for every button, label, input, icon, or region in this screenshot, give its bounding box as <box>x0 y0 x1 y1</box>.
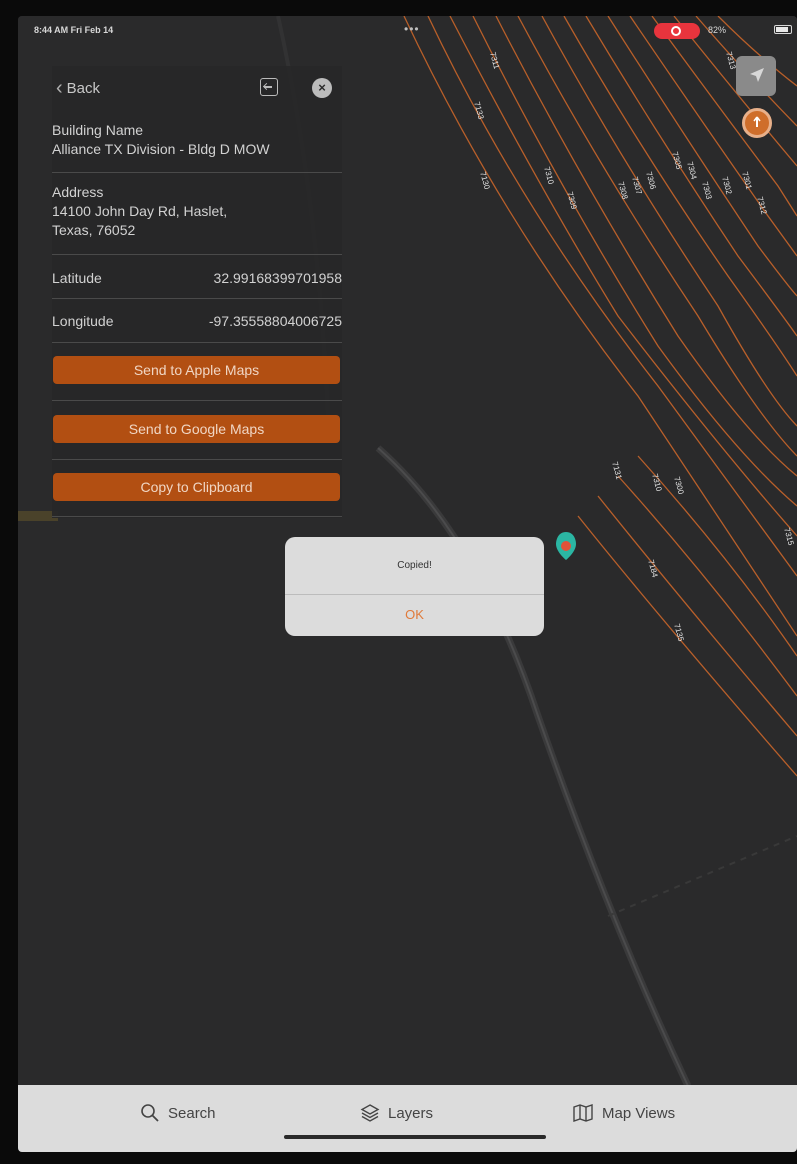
compass-icon <box>753 116 761 127</box>
parcel-label: 7300 <box>672 475 686 496</box>
locate-me-button[interactable] <box>736 56 776 96</box>
parcel-label: 7304 <box>685 160 699 181</box>
divider <box>52 516 342 517</box>
tab-layers-label: Layers <box>388 1104 434 1122</box>
longitude-row: Longitude -97.35558804006725 <box>52 313 342 333</box>
latitude-row: Latitude 32.99168399701958 <box>52 270 342 290</box>
back-button[interactable]: ‹ Back <box>56 78 100 98</box>
building-name-value: Alliance TX Division - Bldg D MOW <box>52 141 270 157</box>
divider <box>52 400 342 401</box>
divider <box>52 459 342 460</box>
tab-search-label: Search <box>168 1104 216 1122</box>
export-icon[interactable] <box>260 78 278 96</box>
parcel-label: 7307 <box>630 175 644 196</box>
copied-alert: Copied! OK <box>285 537 544 636</box>
chevron-left-icon: ‹ <box>56 77 63 99</box>
multitasking-dots[interactable]: ••• <box>404 22 420 36</box>
parcel-label: 7310 <box>650 472 664 493</box>
layers-icon <box>360 1104 380 1122</box>
copy-to-clipboard-button[interactable]: Copy to Clipboard <box>53 473 340 501</box>
parcel-label: 7301 <box>740 170 754 191</box>
parcel-label: 7131 <box>610 460 624 481</box>
parcel-label: 7303 <box>700 180 714 201</box>
back-label: Back <box>66 79 101 97</box>
latitude-label: Latitude <box>52 270 102 286</box>
longitude-value: -97.35558804006725 <box>208 313 342 329</box>
location-arrow-icon <box>750 68 764 82</box>
parcel-label: 7184 <box>646 558 660 579</box>
bottom-tab-bar: Search Layers Map Views <box>18 1085 797 1152</box>
search-icon <box>141 1104 159 1122</box>
divider <box>52 172 342 173</box>
divider <box>52 342 342 343</box>
parcel-label: 7309 <box>565 190 579 211</box>
panel-header: ‹ Back × <box>52 66 342 114</box>
parcel-label: 7135 <box>672 622 686 643</box>
close-icon[interactable]: × <box>312 78 332 98</box>
tab-search[interactable]: Search <box>140 1100 216 1126</box>
building-name-label: Building Name <box>52 122 144 138</box>
parcel-label: 7133 <box>472 100 486 121</box>
parcel-label: 7311 <box>488 51 502 70</box>
device-screen: 7311 7133 7130 7310 7309 7308 7307 7306 … <box>18 16 797 1152</box>
divider <box>52 298 342 299</box>
tab-map-views[interactable]: Map Views <box>572 1100 675 1126</box>
parcel-label: 7302 <box>720 175 734 196</box>
status-time: 8:44 AM Fri Feb 14 <box>34 25 114 35</box>
compass-button[interactable] <box>742 108 772 138</box>
parcel-label: 7308 <box>616 180 630 201</box>
battery-percent: 82% <box>708 25 727 35</box>
parcel-label: 7130 <box>478 170 492 191</box>
tab-layers[interactable]: Layers <box>360 1100 433 1126</box>
map-icon <box>573 1104 593 1122</box>
parcel-label: 7312 <box>755 195 769 216</box>
alert-ok-button[interactable]: OK <box>285 595 544 636</box>
address-line-2: Texas, 76052 <box>52 222 136 238</box>
address-line-1: 14100 John Day Rd, Haslet, <box>52 203 228 219</box>
divider <box>52 254 342 255</box>
longitude-label: Longitude <box>52 313 114 329</box>
parcel-label: 7306 <box>644 170 658 191</box>
address-label: Address <box>52 184 104 200</box>
parcel-label: 7315 <box>782 526 796 547</box>
home-indicator[interactable] <box>284 1135 546 1139</box>
send-to-apple-maps-button[interactable]: Send to Apple Maps <box>53 356 340 384</box>
parcel-label: 7305 <box>670 150 684 171</box>
building-detail-panel: ‹ Back × Building Name Alliance TX Divis… <box>52 66 342 518</box>
send-to-google-maps-button[interactable]: Send to Google Maps <box>53 415 340 443</box>
status-bar: 8:44 AM Fri Feb 14 ••• 82% <box>18 16 797 42</box>
parcel-label: 7310 <box>542 165 556 186</box>
latitude-value: 32.99168399701958 <box>213 270 342 286</box>
alert-message: Copied! <box>397 560 432 571</box>
battery-icon <box>774 25 792 34</box>
tab-map-views-label: Map Views <box>602 1104 676 1122</box>
screen-recording-icon[interactable] <box>654 23 700 39</box>
building-name-field: Building Name Alliance TX Division - Bld… <box>52 122 342 159</box>
address-field: Address 14100 John Day Rd, Haslet, Texas… <box>52 184 342 240</box>
